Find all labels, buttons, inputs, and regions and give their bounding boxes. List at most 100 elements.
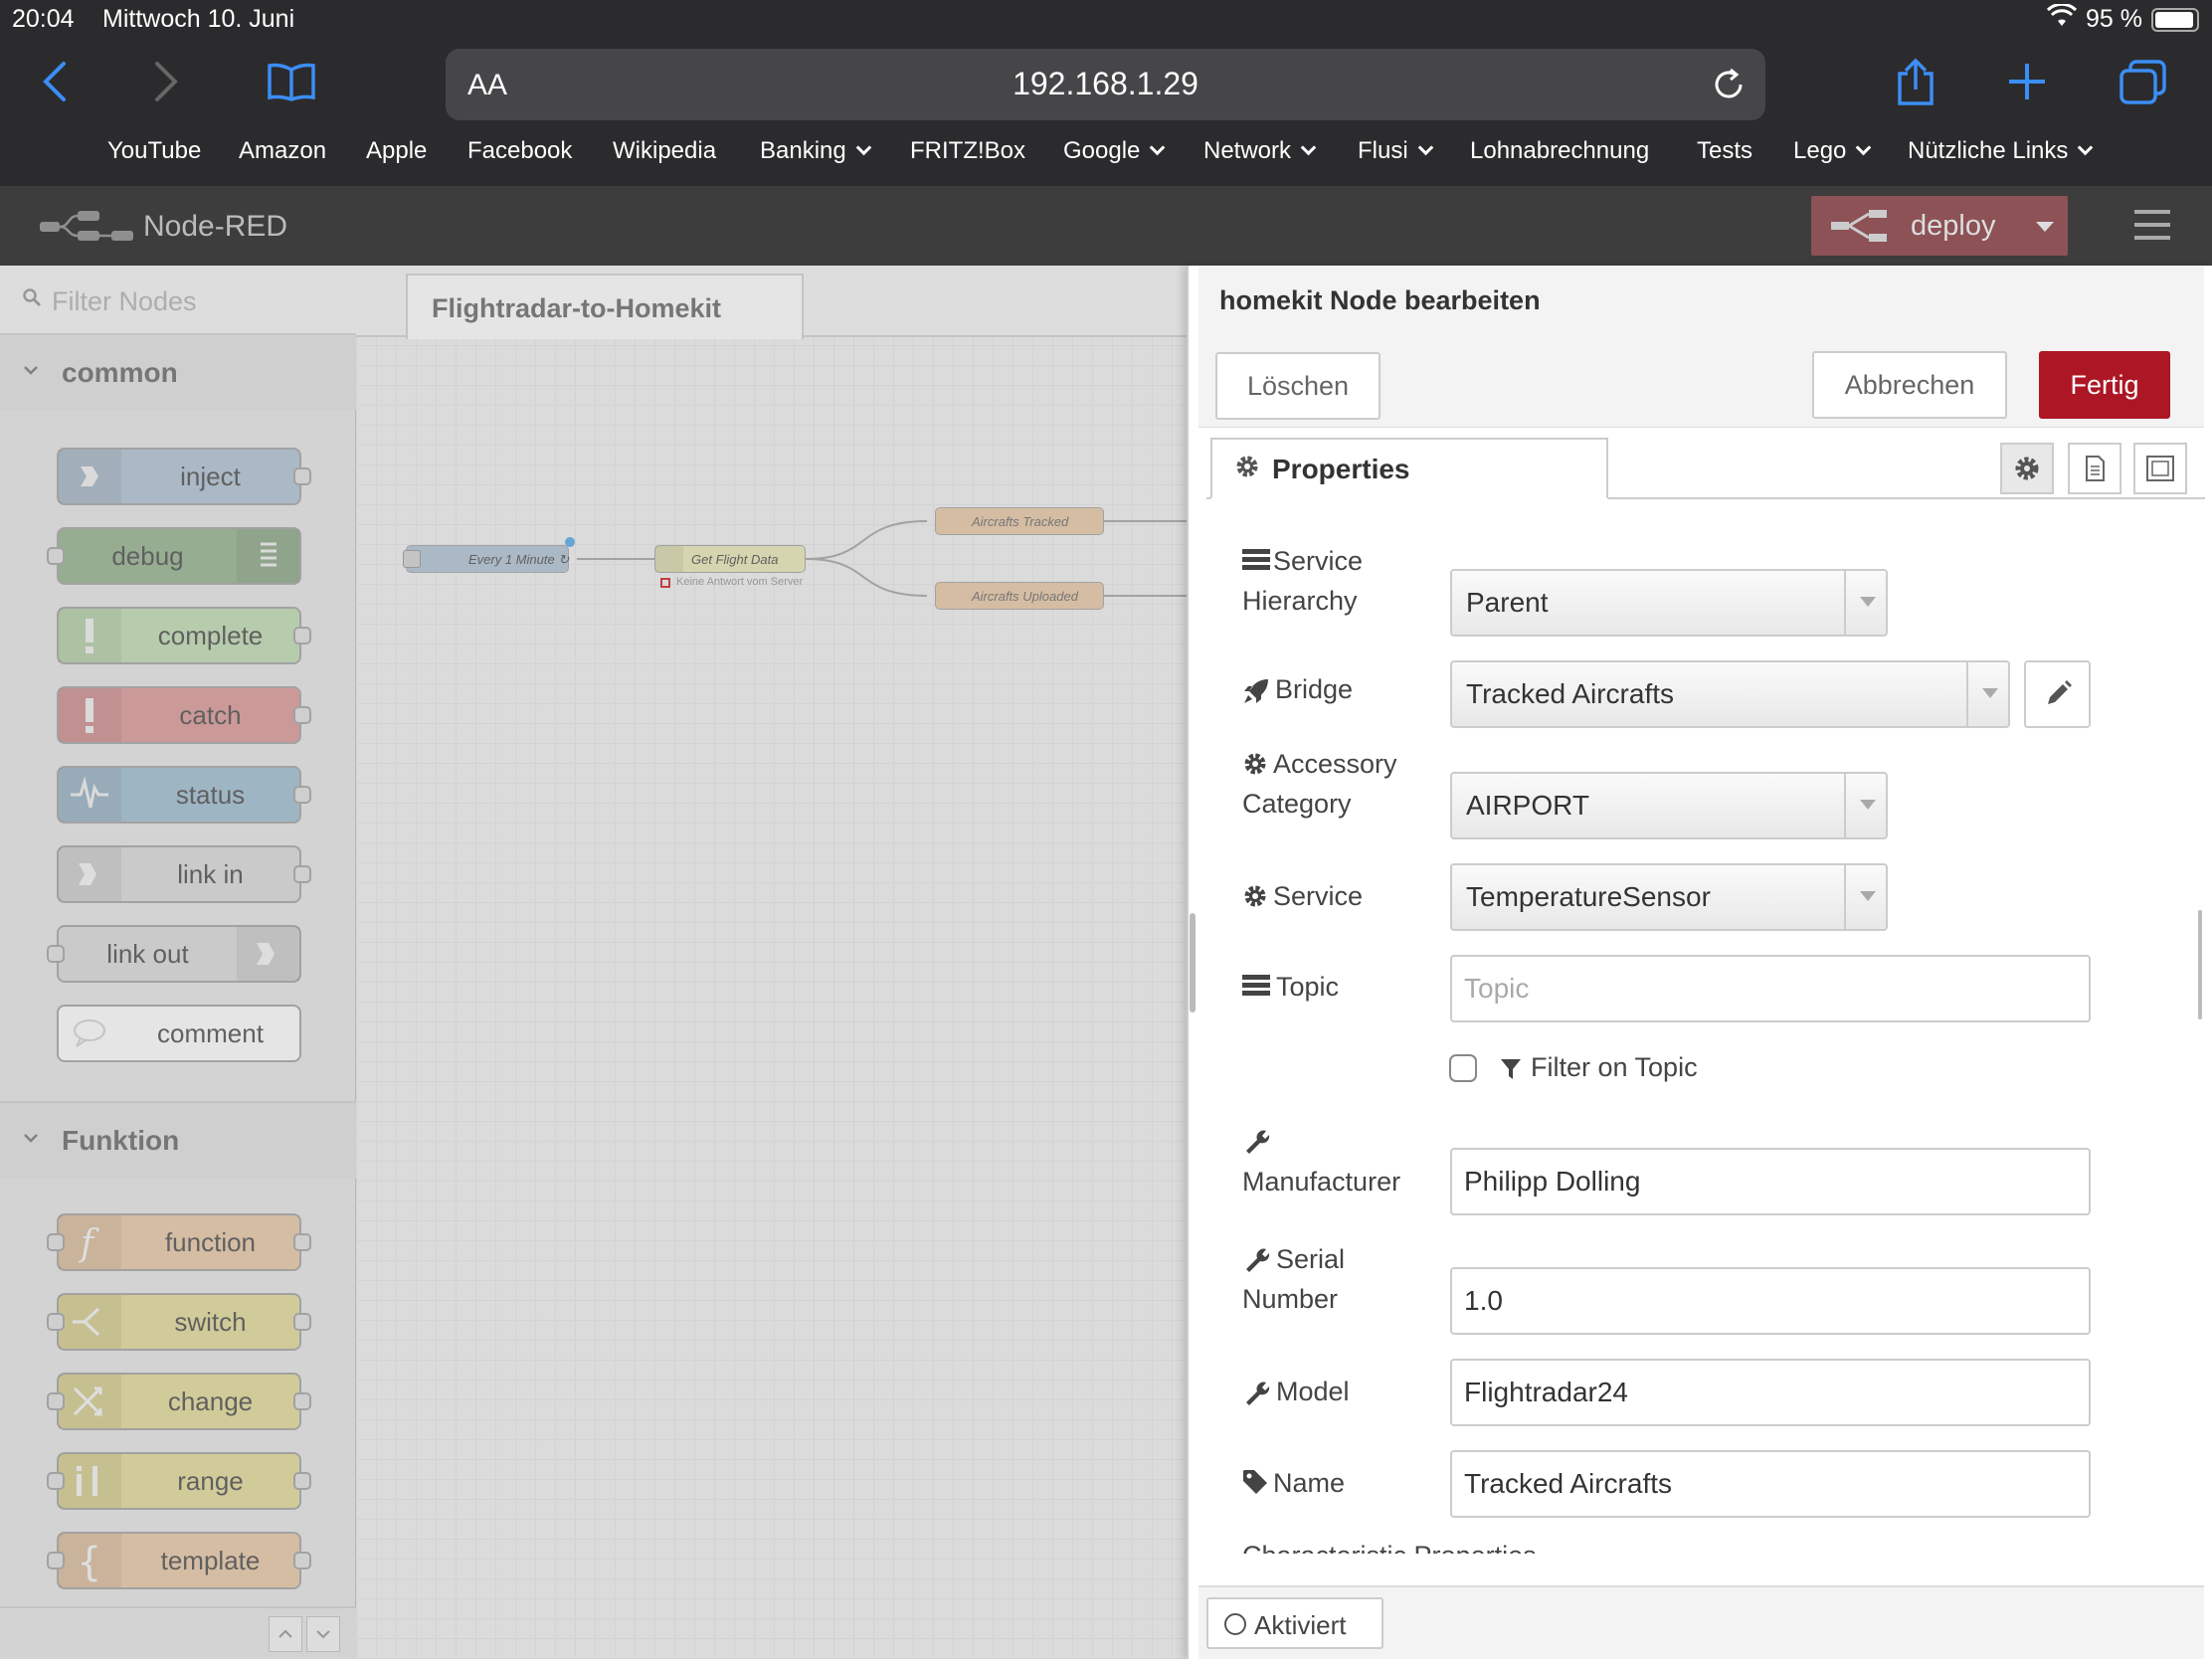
browser-toolbar: AA 192.168.1.29 YouTube Amazon Apple Fac… bbox=[0, 40, 2212, 186]
model-input[interactable]: Flightradar24 bbox=[1450, 1359, 2091, 1426]
forward-icon[interactable] bbox=[151, 60, 181, 108]
appearance-tab-icon[interactable] bbox=[2133, 443, 2187, 494]
bookmark-banking[interactable]: Banking bbox=[760, 137, 872, 165]
model-label: Model bbox=[1276, 1377, 1350, 1406]
filter-on-topic-checkbox[interactable] bbox=[1449, 1054, 1477, 1082]
edit-bridge-pencil-icon[interactable] bbox=[2024, 660, 2091, 728]
deploy-button[interactable]: deploy bbox=[1811, 196, 2068, 256]
battery-icon bbox=[2151, 8, 2199, 32]
topic-placeholder: Topic bbox=[1464, 973, 1530, 1004]
wrench-icon bbox=[1242, 1127, 1270, 1160]
deploy-menu-chevron-icon[interactable] bbox=[2022, 196, 2068, 256]
service-hierarchy-label-2: Hierarchy bbox=[1242, 586, 1358, 616]
select-value: Parent bbox=[1466, 587, 1549, 618]
tabs-overview-icon[interactable] bbox=[2119, 60, 2168, 110]
bookmark-label: Nützliche Links bbox=[1908, 137, 2069, 164]
menu-icon[interactable] bbox=[2134, 210, 2170, 245]
bookmark-network[interactable]: Network bbox=[1203, 137, 1317, 165]
bookmark-label: Flusi bbox=[1358, 137, 1408, 164]
deploy-label: deploy bbox=[1911, 210, 1996, 242]
accessory-category-label: Accessory bbox=[1273, 749, 1397, 779]
chevron-down-icon bbox=[1856, 139, 1872, 156]
filter-on-topic-label: Filter on Topic bbox=[1531, 1052, 1698, 1082]
back-icon[interactable] bbox=[40, 60, 70, 108]
description-tab-icon[interactable] bbox=[2068, 443, 2121, 494]
accessory-category-select[interactable]: AIRPORT bbox=[1450, 772, 1888, 839]
chevron-down-icon bbox=[1966, 662, 2008, 726]
bookmark-label: Lego bbox=[1793, 137, 1847, 164]
wifi-icon bbox=[2046, 2, 2078, 35]
service-select[interactable]: TemperatureSensor bbox=[1450, 863, 1888, 931]
wrench-icon bbox=[1242, 1245, 1270, 1278]
manufacturer-input[interactable]: Philipp Dolling bbox=[1450, 1148, 2091, 1215]
gear-icon bbox=[1242, 751, 1268, 782]
bookmark-nuetzliche-links[interactable]: Nützliche Links bbox=[1908, 137, 2094, 165]
bookmark-lego[interactable]: Lego bbox=[1793, 137, 1872, 165]
name-input[interactable]: Tracked Aircrafts bbox=[1450, 1450, 2091, 1518]
accessory-category-label-2: Category bbox=[1242, 789, 1352, 819]
serial-number-label: Serial bbox=[1276, 1244, 1346, 1274]
bookmark-facebook[interactable]: Facebook bbox=[467, 137, 572, 165]
gear-icon bbox=[1242, 883, 1268, 914]
name-label: Name bbox=[1273, 1468, 1346, 1498]
bookmark-label: Network bbox=[1203, 137, 1292, 164]
bridge-select[interactable]: Tracked Aircrafts bbox=[1450, 660, 2010, 728]
bookmark-wikipedia[interactable]: Wikipedia bbox=[613, 137, 716, 165]
select-value: Tracked Aircrafts bbox=[1466, 678, 1675, 709]
deploy-icon bbox=[1831, 210, 1889, 247]
cancel-button[interactable]: Abbrechen bbox=[1812, 351, 2007, 419]
bookmark-label: Banking bbox=[760, 137, 846, 164]
chevron-down-icon bbox=[2078, 139, 2094, 156]
rocket-icon bbox=[1242, 677, 1270, 710]
topic-input[interactable]: Topic bbox=[1450, 955, 2091, 1022]
chevron-down-icon bbox=[1844, 571, 1886, 635]
bookmark-youtube[interactable]: YouTube bbox=[107, 137, 201, 165]
share-icon[interactable] bbox=[1894, 58, 1937, 112]
chevron-down-icon bbox=[1300, 139, 1317, 156]
tray-scrollbar[interactable] bbox=[2198, 910, 2202, 1019]
bookmark-tests[interactable]: Tests bbox=[1697, 137, 1752, 165]
new-tab-icon[interactable] bbox=[2007, 62, 2047, 106]
bookmark-google[interactable]: Google bbox=[1063, 137, 1166, 165]
bookmark-label: Google bbox=[1063, 137, 1141, 164]
circle-icon bbox=[1224, 1613, 1246, 1635]
modal-overlay bbox=[0, 266, 1187, 1659]
tray-footer: Aktiviert bbox=[1198, 1585, 2204, 1659]
done-button[interactable]: Fertig bbox=[2039, 351, 2170, 419]
select-value: TemperatureSensor bbox=[1466, 881, 1711, 912]
bookmark-flusi[interactable]: Flusi bbox=[1358, 137, 1433, 165]
bookmark-fritzbox[interactable]: FRITZ!Box bbox=[910, 137, 1025, 165]
bookmark-amazon[interactable]: Amazon bbox=[239, 137, 326, 165]
status-time: 20:04 bbox=[12, 5, 75, 33]
topic-label: Topic bbox=[1276, 972, 1340, 1002]
chevron-down-icon bbox=[1844, 774, 1886, 837]
battery-percent: 95 % bbox=[2086, 5, 2142, 33]
bookmarks-icon[interactable] bbox=[267, 62, 316, 106]
chevron-down-icon bbox=[855, 139, 872, 156]
manufacturer-label: Manufacturer bbox=[1242, 1167, 1401, 1197]
resize-handle[interactable] bbox=[1190, 913, 1196, 1013]
serial-number-label-2: Number bbox=[1242, 1284, 1339, 1314]
tag-icon bbox=[1242, 1469, 1268, 1500]
status-bar: 20:04 Mittwoch 10. Juni 95 % bbox=[0, 0, 2212, 40]
list-icon bbox=[1242, 547, 1270, 576]
url-text[interactable]: 192.168.1.29 bbox=[446, 66, 1765, 102]
delete-button[interactable]: Löschen bbox=[1215, 352, 1381, 420]
service-hierarchy-select[interactable]: Parent bbox=[1450, 569, 1888, 637]
bridge-label: Bridge bbox=[1275, 674, 1354, 704]
node-edit-tray: homekit Node bearbeiten Löschen Abbreche… bbox=[1187, 266, 2212, 1659]
gear-icon bbox=[1234, 454, 1260, 484]
chevron-down-icon bbox=[1150, 139, 1166, 156]
serial-number-input[interactable]: 1.0 bbox=[1450, 1267, 2091, 1335]
bookmark-lohnabrechnung[interactable]: Lohnabrechnung bbox=[1470, 137, 1649, 165]
chevron-down-icon bbox=[1417, 139, 1433, 156]
address-bar[interactable]: AA 192.168.1.29 bbox=[446, 49, 1765, 120]
nodered-logo-icon bbox=[40, 209, 135, 248]
list-icon bbox=[1242, 973, 1270, 1002]
tab-properties[interactable]: Properties bbox=[1210, 438, 1608, 499]
app-title: Node-RED bbox=[143, 210, 288, 243]
enabled-toggle[interactable]: Aktiviert bbox=[1206, 1597, 1383, 1649]
reload-icon[interactable] bbox=[1711, 67, 1747, 107]
bookmark-apple[interactable]: Apple bbox=[366, 137, 427, 165]
settings-tab-icon[interactable] bbox=[2000, 443, 2054, 494]
